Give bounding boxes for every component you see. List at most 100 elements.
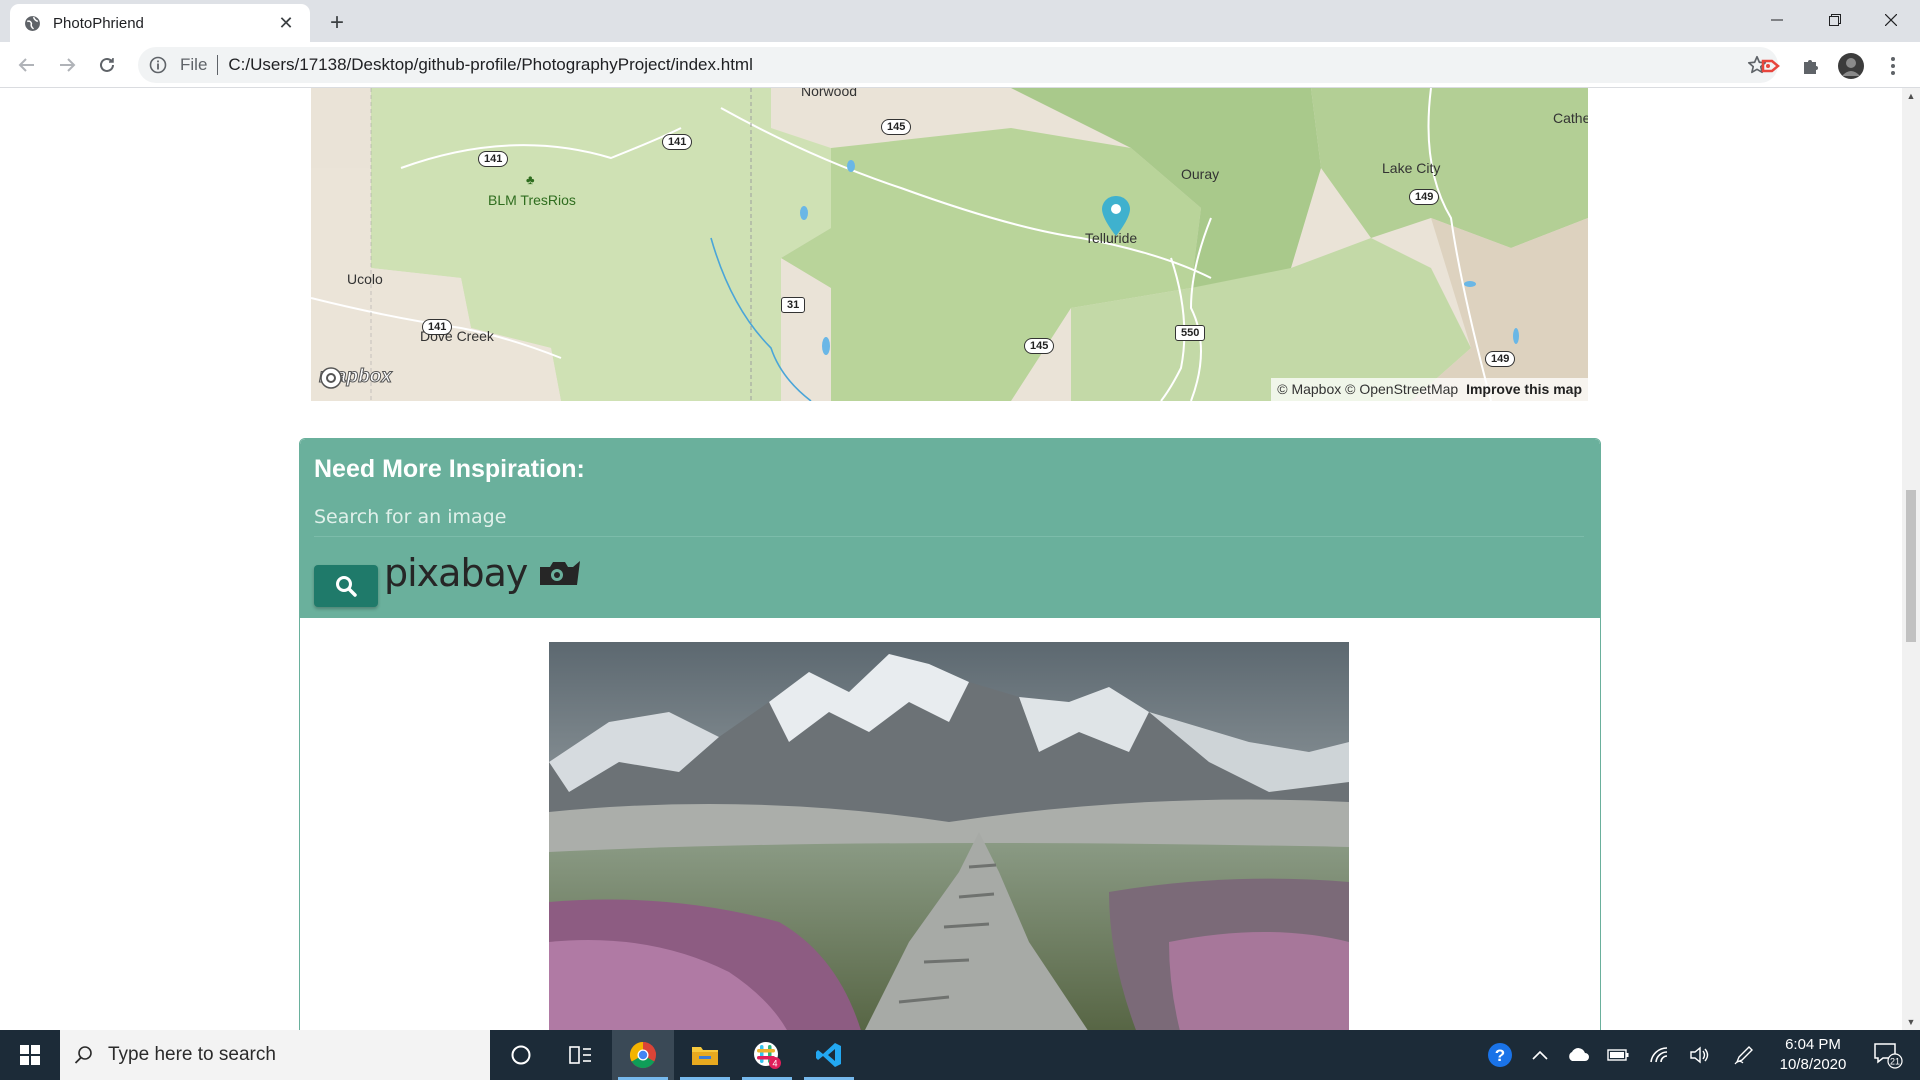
task-view-icon (569, 1046, 591, 1064)
route-shield: 141 (422, 319, 453, 335)
camera-icon (540, 561, 581, 585)
new-tab-button[interactable]: + (322, 8, 352, 38)
onedrive-tray-button[interactable] (1562, 1030, 1594, 1080)
route-shield: 149 (1409, 189, 1440, 205)
restore-icon (1829, 14, 1841, 26)
map-label-blm: BLM TresRios (488, 192, 576, 208)
show-hidden-icons-button[interactable] (1524, 1030, 1556, 1080)
close-window-button[interactable] (1862, 0, 1920, 40)
minimize-button[interactable] (1748, 0, 1806, 40)
map-attribution: © Mapbox © OpenStreetMap Improve this ma… (1271, 378, 1588, 401)
kebab-menu-icon (1891, 57, 1895, 75)
wifi-tray-button[interactable] (1644, 1030, 1676, 1080)
taskbar-slack[interactable]: 4 (736, 1030, 798, 1080)
scroll-up-arrow[interactable]: ▲ (1902, 88, 1920, 104)
battery-tray-button[interactable] (1602, 1030, 1634, 1080)
page-scrollbar[interactable]: ▲ ▼ (1902, 88, 1920, 1030)
taskbar-clock[interactable]: 6:04 PM 10/8/2020 (1758, 1035, 1868, 1075)
close-icon (1885, 14, 1897, 26)
help-icon: ? (1488, 1043, 1512, 1067)
inspiration-title: Need More Inspiration: (314, 455, 585, 483)
browser-menu-button[interactable] (1878, 51, 1908, 81)
pen-tray-button[interactable] (1728, 1030, 1760, 1080)
notification-center-button[interactable]: 21 (1866, 1030, 1910, 1080)
route-shield: 31 (781, 297, 806, 313)
taskbar-chrome[interactable] (612, 1030, 674, 1080)
mapbox-logo[interactable]: mapbox (319, 366, 392, 389)
profile-avatar[interactable] (1836, 51, 1866, 81)
task-view-button[interactable] (550, 1030, 612, 1080)
back-arrow-icon (18, 58, 34, 72)
map[interactable]: Norwood BLM TresRios Ucolo Dove Creek Ou… (311, 88, 1588, 401)
extension-button[interactable] (1756, 51, 1786, 81)
help-tray-button[interactable]: ? (1482, 1030, 1518, 1080)
inspiration-card: Need More Inspiration: pixabay (299, 438, 1601, 1030)
reload-button[interactable] (92, 50, 122, 80)
slack-icon: 4 (754, 1042, 781, 1069)
globe-icon (25, 15, 40, 31)
clock-date: 10/8/2020 (1779, 1056, 1847, 1073)
close-tab-icon[interactable]: ✕ (276, 13, 296, 33)
divider (217, 55, 219, 75)
improve-map-link[interactable]: Improve this map (1466, 381, 1582, 397)
map-terrain (311, 88, 1588, 401)
scroll-down-arrow[interactable]: ▼ (1902, 1014, 1920, 1030)
info-icon[interactable] (148, 55, 168, 75)
route-shield: 141 (478, 151, 509, 167)
taskbar-file-explorer[interactable] (674, 1030, 736, 1080)
notification-icon: 21 (1874, 1043, 1903, 1069)
tree-icon: ♣ (526, 172, 535, 187)
image-search-button[interactable] (314, 565, 378, 607)
cloud-icon (1569, 1048, 1589, 1061)
scroll-thumb[interactable] (1906, 490, 1916, 642)
result-image[interactable] (549, 642, 1349, 1030)
wifi-icon (1650, 1047, 1668, 1063)
battery-icon (1607, 1049, 1629, 1061)
page-viewport: Norwood BLM TresRios Ucolo Dove Creek Ou… (0, 88, 1920, 1030)
extensions-menu-button[interactable] (1796, 51, 1826, 81)
route-shield: 145 (881, 119, 912, 135)
mapbox-logo-icon (320, 367, 342, 389)
reload-icon (100, 57, 114, 72)
map-label-norwood: Norwood (801, 88, 858, 99)
map-label-cathe: Cathe (1553, 110, 1588, 126)
vscode-icon (816, 1043, 841, 1067)
url-text[interactable]: C:/Users/17138/Desktop/github-profile/Ph… (228, 55, 752, 75)
map-label-lake-city: Lake City (1382, 160, 1441, 176)
puzzle-icon (1804, 60, 1818, 74)
route-shield: 141 (662, 134, 693, 150)
notification-count: 21 (1890, 1057, 1900, 1067)
folder-icon (692, 1047, 718, 1065)
forward-button[interactable] (52, 50, 82, 80)
map-label-ucolo: Ucolo (347, 271, 383, 287)
clock-time: 6:04 PM (1785, 1036, 1841, 1053)
start-button[interactable] (0, 1030, 60, 1080)
pen-icon (1734, 1046, 1753, 1065)
map-pin-icon[interactable] (1099, 194, 1133, 238)
search-icon (336, 576, 357, 597)
taskbar-vscode[interactable] (798, 1030, 860, 1080)
mountain-landscape-image (549, 642, 1349, 1030)
avatar-icon (1838, 53, 1864, 79)
inspiration-header: Need More Inspiration: pixabay (300, 439, 1600, 618)
attribution-text[interactable]: © Mapbox © OpenStreetMap (1277, 381, 1458, 397)
restore-button[interactable] (1806, 0, 1864, 40)
map-label-ouray: Ouray (1181, 166, 1220, 182)
cortana-button[interactable] (490, 1030, 552, 1080)
pixabay-logo[interactable]: pixabay (384, 551, 583, 595)
chrome-icon (629, 1041, 656, 1069)
image-search-input[interactable] (314, 497, 1584, 537)
tab-photophriend[interactable]: PhotoPhriend ✕ (10, 4, 310, 42)
taskbar-search-placeholder: Type here to search (108, 1044, 276, 1065)
address-bar[interactable]: File C:/Users/17138/Desktop/github-profi… (138, 47, 1778, 83)
taskbar-search-box[interactable]: Type here to search (60, 1030, 490, 1080)
tab-title: PhotoPhriend (53, 14, 144, 32)
browser-tabstrip: PhotoPhriend ✕ + (0, 0, 1920, 42)
search-icon (74, 1046, 92, 1064)
back-button[interactable] (12, 50, 42, 80)
volume-tray-button[interactable] (1684, 1030, 1716, 1080)
pixabay-logo-text: pixabay (384, 551, 528, 595)
windows-taskbar: Type here to search 4 ? 6:04 PM 10/8/202… (0, 1030, 1920, 1080)
route-shield: 145 (1024, 338, 1055, 354)
route-shield: 149 (1485, 351, 1516, 367)
